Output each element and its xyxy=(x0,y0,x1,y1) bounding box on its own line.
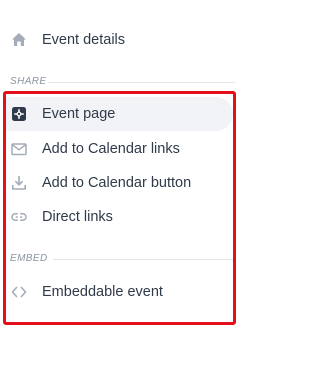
section-divider xyxy=(53,259,235,260)
nav-item-embeddable-event[interactable]: Embeddable event xyxy=(0,276,233,308)
section-label-share: SHARE xyxy=(10,76,47,87)
nav-item-label: Event details xyxy=(42,32,126,48)
nav-item-label: Add to Calendar links xyxy=(42,141,180,157)
download-icon xyxy=(10,174,28,192)
code-icon xyxy=(10,283,28,301)
nav-item-event-page[interactable]: Event page xyxy=(0,98,233,130)
envelope-icon xyxy=(10,140,28,158)
nav-item-add-to-calendar-links[interactable]: Add to Calendar links xyxy=(0,133,233,165)
nav-item-label: Embeddable event xyxy=(42,284,163,300)
nav-item-event-details[interactable]: Event details xyxy=(0,24,241,56)
link-icon xyxy=(10,208,28,226)
nav-item-add-to-calendar-button[interactable]: Add to Calendar button xyxy=(0,167,233,199)
home-icon xyxy=(10,31,28,49)
nav-item-label: Add to Calendar button xyxy=(42,175,192,191)
section-divider xyxy=(48,82,235,83)
event-page-icon xyxy=(10,105,28,123)
nav-item-direct-links[interactable]: Direct links xyxy=(0,201,233,233)
section-label-embed: EMBED xyxy=(10,253,48,264)
nav-item-label: Event page xyxy=(42,106,116,122)
nav-item-label: Direct links xyxy=(42,209,113,225)
